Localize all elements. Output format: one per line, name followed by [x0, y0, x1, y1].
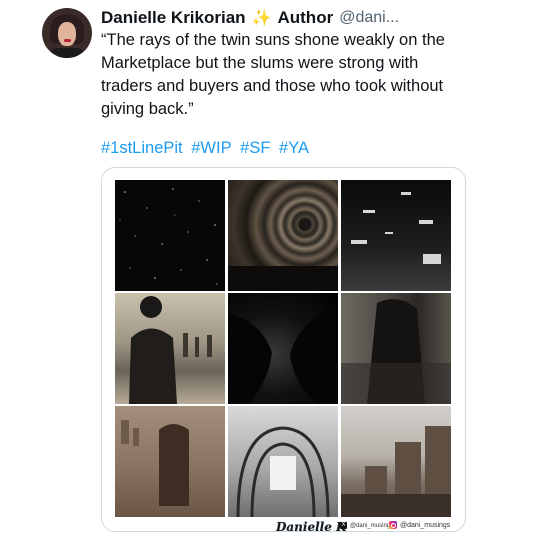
hashtag-sf[interactable]: #SF — [240, 139, 270, 157]
hashtag-1stlinepit[interactable]: #1stLinePit — [101, 139, 183, 157]
tile-desert-city — [341, 406, 451, 517]
sparkles-icon: ✨ — [251, 10, 272, 27]
avatar[interactable] — [42, 8, 92, 58]
tile-hooded-figure — [341, 293, 451, 404]
avatar-face — [58, 22, 76, 46]
x-credit-handle: @dani_musings — [350, 522, 394, 529]
user-handle[interactable]: @dani... — [339, 9, 399, 27]
silhouette-kiss-image — [228, 303, 338, 404]
display-name[interactable]: Danielle Krikorian — [101, 8, 246, 28]
tile-star-trails — [228, 180, 338, 291]
marketplace-crowd-image — [129, 296, 212, 404]
ship-corridor-image — [236, 426, 330, 517]
desert-city-image — [341, 426, 451, 517]
star-trails-image — [228, 266, 338, 291]
starfield-image — [119, 188, 218, 285]
tweet[interactable]: Danielle Krikorian ✨ Author @dani... “Th… — [0, 0, 540, 540]
instagram-credit: @dani_musings — [389, 521, 450, 529]
tile-silhouette-kiss — [228, 293, 338, 404]
tweet-header: Danielle Krikorian ✨ Author @dani... — [101, 7, 399, 29]
starfighters-image — [351, 192, 441, 264]
tile-ship-corridor — [228, 406, 338, 517]
desert-doorway-image — [121, 420, 189, 506]
instagram-logo-icon — [389, 521, 397, 529]
hashtag-wip[interactable]: #WIP — [191, 139, 231, 157]
tile-marketplace-crowd — [115, 293, 225, 404]
hashtag-ya[interactable]: #YA — [279, 139, 309, 157]
mood-board-grid — [115, 180, 452, 517]
avatar-shirt — [48, 48, 86, 58]
media-card[interactable]: Danielle K X @dani_musings @dani_musings — [101, 167, 466, 532]
tweet-text: “The rays of the twin suns shone weakly … — [101, 31, 445, 118]
tile-starfield — [115, 180, 225, 291]
tile-starfighters — [341, 180, 451, 291]
tile-desert-doorway — [115, 406, 225, 517]
author-badge: Author — [277, 8, 334, 27]
hooded-figure-image — [341, 299, 451, 404]
instagram-credit-handle: @dani_musings — [400, 521, 451, 529]
x-logo-icon: X — [340, 522, 347, 529]
signature-watermark: Danielle K — [276, 520, 347, 532]
x-credit: X @dani_musings — [340, 522, 393, 529]
avatar-lips — [64, 39, 71, 42]
hashtags: #1stLinePit #WIP #SF #YA — [101, 139, 313, 158]
